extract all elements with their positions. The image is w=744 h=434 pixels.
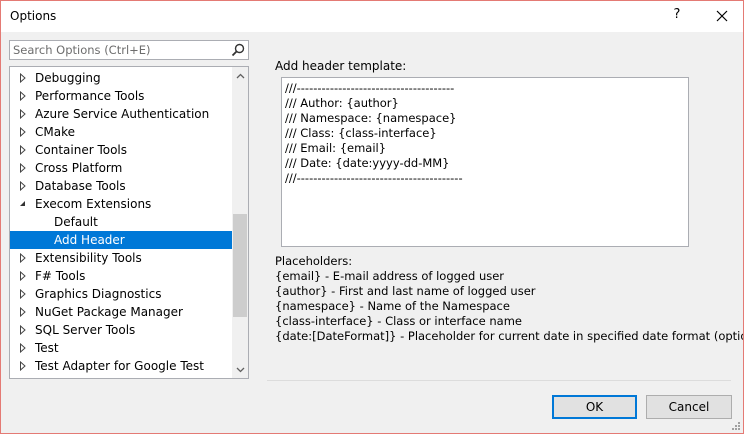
tree-item-label: CMake — [35, 125, 75, 139]
placeholder-line: {email} - E-mail address of logged user — [275, 269, 505, 283]
tree-item-label: F# Tools — [35, 269, 86, 283]
tree-item-label: Database Tools — [35, 179, 126, 193]
placeholder-line: {date:[DateFormat]} - Placeholder for cu… — [275, 329, 744, 343]
scroll-up-button[interactable] — [232, 67, 248, 84]
tree-item-label: SQL Server Tools — [35, 323, 136, 337]
collapsed-arrow-icon[interactable] — [19, 181, 27, 191]
tree-item[interactable]: Cross Platform — [10, 159, 232, 177]
vertical-scrollbar[interactable] — [232, 67, 248, 378]
scrollbar-thumb[interactable] — [233, 214, 247, 317]
help-button[interactable]: ? — [667, 7, 687, 22]
collapsed-arrow-icon[interactable] — [19, 109, 27, 119]
tree-item[interactable]: Execom Extensions — [10, 195, 232, 213]
tree-item[interactable]: Add Header — [10, 231, 232, 249]
tree-item-label: Execom Extensions — [35, 197, 152, 211]
tree-item[interactable]: CMake — [10, 123, 232, 141]
tree-item[interactable]: Performance Tools — [10, 87, 232, 105]
collapsed-arrow-icon[interactable] — [19, 127, 27, 137]
collapsed-arrow-icon[interactable] — [19, 289, 27, 299]
tree-item[interactable]: Extensibility Tools — [10, 249, 232, 267]
tree-item-label: Graphics Diagnostics — [35, 287, 162, 301]
tree-item[interactable]: Container Tools — [10, 141, 232, 159]
tree-item[interactable]: Debugging — [10, 69, 232, 87]
placeholder-line: {namespace} - Name of the Namespace — [275, 299, 510, 313]
template-editor[interactable] — [281, 77, 689, 247]
tree-item-label: Container Tools — [35, 143, 128, 157]
collapsed-arrow-icon[interactable] — [19, 163, 27, 173]
expanded-arrow-icon[interactable] — [19, 199, 27, 209]
ok-button[interactable]: OK — [552, 395, 637, 419]
tree-item-label: Performance Tools — [35, 89, 145, 103]
tree-item[interactable]: Database Tools — [10, 177, 232, 195]
title-bar: Options ? — [1, 1, 743, 32]
chevron-down-icon — [236, 367, 244, 372]
placeholder-line: {class-interface} - Class or interface n… — [275, 314, 522, 328]
tree-item-label: Default — [54, 215, 98, 229]
tree-item[interactable]: Text Templating — [10, 375, 232, 378]
window-title: Options — [10, 9, 57, 23]
tree-item-label: Test — [35, 341, 59, 355]
tree-item-label: Test Adapter for Google Test — [35, 359, 204, 373]
collapsed-arrow-icon[interactable] — [19, 361, 27, 371]
resize-grip-icon[interactable] — [729, 421, 741, 431]
collapsed-arrow-icon[interactable] — [19, 145, 27, 155]
tree-item-label: Cross Platform — [35, 161, 123, 175]
tree-item[interactable]: Test Adapter for Google Test — [10, 357, 232, 375]
placeholders-title: Placeholders: — [275, 254, 353, 268]
collapsed-arrow-icon[interactable] — [19, 343, 27, 353]
tree-item[interactable]: Default — [10, 213, 232, 231]
tree-item-label: Add Header — [54, 233, 125, 247]
placeholder-line: {author} - First and last name of logged… — [275, 284, 536, 298]
tree-item[interactable]: F# Tools — [10, 267, 232, 285]
collapsed-arrow-icon[interactable] — [19, 271, 27, 281]
chevron-up-icon — [236, 73, 244, 78]
collapsed-arrow-icon[interactable] — [19, 73, 27, 83]
tree-item-label: Extensibility Tools — [35, 251, 142, 265]
tree-item-label: Text Templating — [35, 377, 129, 378]
tree-item[interactable]: Test — [10, 339, 232, 357]
close-icon — [716, 10, 728, 22]
template-textarea[interactable] — [285, 81, 683, 243]
collapsed-arrow-icon[interactable] — [19, 307, 27, 317]
collapsed-arrow-icon[interactable] — [19, 253, 27, 263]
tree-item[interactable]: NuGet Package Manager — [10, 303, 232, 321]
footer-divider — [267, 380, 731, 381]
tree-item-label: Azure Service Authentication — [35, 107, 210, 121]
options-tree[interactable]: Debugging Performance Tools Azure Service … — [9, 66, 249, 379]
tree-item-label: NuGet Package Manager — [35, 305, 183, 319]
tree-item[interactable]: Graphics Diagnostics — [10, 285, 232, 303]
collapsed-arrow-icon[interactable] — [19, 325, 27, 335]
search-input[interactable] — [13, 42, 228, 58]
tree-item[interactable]: Azure Service Authentication — [10, 105, 232, 123]
search-icon[interactable] — [231, 43, 245, 57]
collapsed-arrow-icon[interactable] — [19, 91, 27, 101]
template-label: Add header template: — [275, 59, 407, 73]
tree-item-label: Debugging — [35, 71, 101, 85]
search-options-box[interactable] — [9, 40, 249, 60]
cancel-button[interactable]: Cancel — [646, 395, 732, 419]
options-dialog: Options ? Debugging Performance Tools Azur… — [0, 0, 744, 434]
scroll-down-button[interactable] — [232, 361, 248, 378]
tree-item[interactable]: SQL Server Tools — [10, 321, 232, 339]
close-button[interactable] — [709, 4, 735, 28]
